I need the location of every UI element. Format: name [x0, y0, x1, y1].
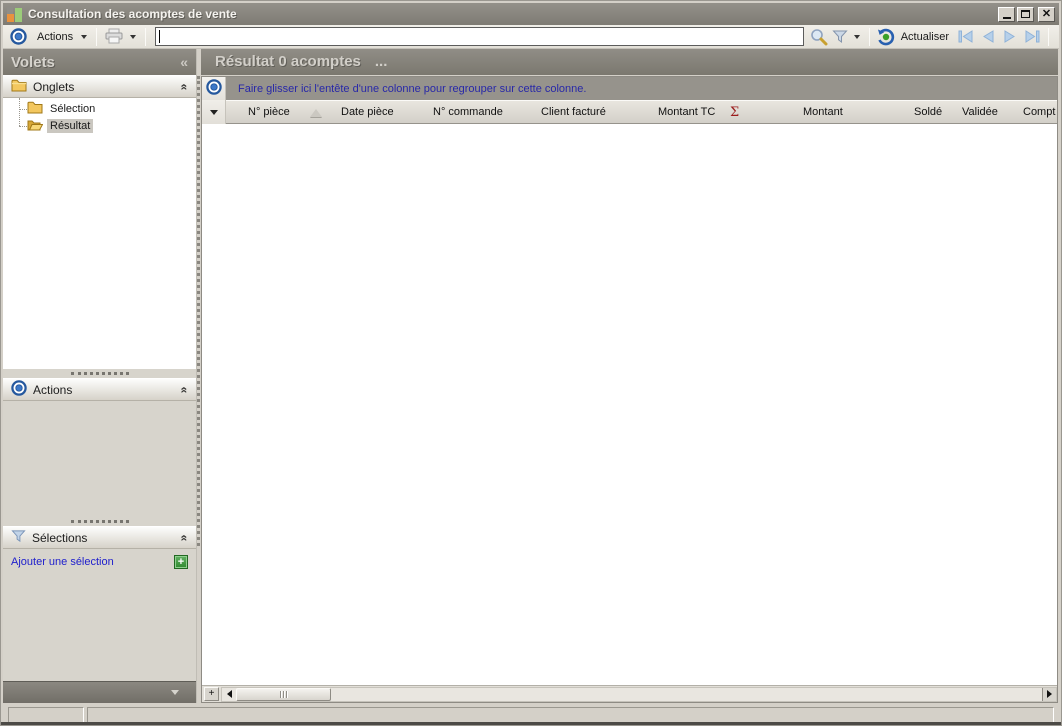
search-icon[interactable]	[810, 28, 828, 46]
filter-icon[interactable]	[832, 29, 848, 45]
folder-icon	[11, 79, 27, 95]
actions-dropdown-icon[interactable]	[81, 34, 88, 39]
status-cell-right	[87, 707, 1054, 723]
actions-target-icon	[10, 28, 27, 45]
tree-connector	[19, 109, 27, 110]
filter-icon	[11, 529, 26, 547]
splitter-handle[interactable]	[3, 369, 196, 378]
nav-previous-button[interactable]	[977, 27, 999, 47]
folder-icon	[27, 101, 43, 117]
grid-scroll-row: +	[202, 685, 1057, 702]
app-window: Consultation des acomptes de vente ✕ Act…	[0, 0, 1062, 726]
add-row-button[interactable]: +	[204, 687, 219, 701]
search-input[interactable]	[155, 27, 804, 46]
nav-last-button[interactable]	[1021, 27, 1043, 47]
minimize-button[interactable]	[998, 6, 1015, 22]
group-by-hint: Faire glisser ici l'entête d'une colonne…	[238, 82, 587, 95]
grid-body-empty	[202, 124, 1057, 685]
selections-section-label: Sélections	[32, 530, 88, 545]
onglets-tree: Sélection Résultat	[3, 98, 196, 369]
close-button[interactable]: ✕	[1038, 6, 1055, 22]
toolbar-separator	[145, 27, 147, 46]
result-title: Résultat 0 acomptes	[215, 53, 361, 70]
actions-section-header[interactable]: Actions «	[3, 378, 196, 401]
tree-connector	[19, 126, 27, 127]
scroll-right-button[interactable]	[1042, 687, 1056, 701]
scrollbar-thumb[interactable]	[236, 687, 331, 701]
tree-item-selection[interactable]: Sélection	[27, 100, 98, 117]
refresh-button[interactable]: Actualiser	[901, 31, 949, 43]
column-header-date-piece[interactable]: Date pièce	[341, 106, 394, 118]
toolbar-separator	[868, 27, 870, 46]
results-grid: Faire glisser ici l'entête d'une colonne…	[201, 76, 1058, 703]
column-header-commande[interactable]: N° commande	[433, 106, 503, 118]
horizontal-scrollbar[interactable]	[221, 686, 1057, 702]
column-header-client-facture[interactable]: Client facturé	[541, 106, 606, 118]
scroll-left-button[interactable]	[222, 688, 236, 701]
splitter-handle[interactable]	[3, 517, 196, 526]
chevron-down-icon	[209, 109, 218, 115]
actions-target-icon	[11, 380, 27, 399]
status-cell-left	[8, 707, 84, 723]
tree-connector	[19, 98, 20, 126]
actions-section-body	[3, 401, 196, 517]
sum-sigma-icon[interactable]: Σ	[730, 105, 739, 120]
sidebar-volets: Volets « Onglets « Sélection Résultat Ac…	[3, 49, 197, 703]
onglets-section-header[interactable]: Onglets «	[3, 75, 196, 98]
column-header-compta[interactable]: Compt	[1023, 106, 1055, 118]
column-headers: N° pièce Date pièce N° commande Client f…	[226, 100, 1057, 124]
selections-section-body: Ajouter une sélection +	[3, 549, 196, 681]
chevron-down-icon	[171, 690, 179, 695]
toolbar-separator	[1048, 27, 1049, 46]
grid-corner	[202, 77, 226, 100]
volets-header: Volets «	[3, 49, 196, 75]
sort-ascending-icon[interactable]	[310, 109, 322, 117]
actions-menu-button[interactable]: Actions	[37, 31, 73, 43]
app-icon	[7, 6, 22, 22]
sidebar-bottom-dropdown[interactable]	[3, 681, 196, 703]
collapse-actions-icon[interactable]: «	[178, 386, 192, 393]
nav-next-button[interactable]	[999, 27, 1021, 47]
column-header-montant[interactable]: Montant	[803, 106, 843, 118]
group-by-bar[interactable]: Faire glisser ici l'entête d'une colonne…	[226, 77, 1057, 100]
selections-section-header[interactable]: Sélections «	[3, 526, 196, 549]
title-bar[interactable]: Consultation des acomptes de vente ✕	[3, 3, 1059, 25]
result-header: Résultat 0 acomptes ...	[201, 49, 1058, 75]
actions-section-label: Actions	[33, 382, 73, 397]
main-panel: Résultat 0 acomptes ... Faire glisser ic…	[201, 49, 1058, 703]
column-header-piece[interactable]: N° pièce	[248, 106, 290, 118]
maximize-button[interactable]	[1017, 6, 1034, 22]
grid-target-icon	[205, 79, 222, 98]
tree-item-resultat[interactable]: Résultat	[27, 117, 94, 134]
nav-first-button[interactable]	[955, 27, 977, 47]
refresh-icon[interactable]	[877, 28, 895, 46]
column-header-montant-tc[interactable]: Montant TC	[658, 106, 715, 118]
tree-item-label: Résultat	[47, 118, 94, 133]
collapse-sidebar-button[interactable]: «	[180, 54, 188, 70]
row-selector-header[interactable]	[202, 100, 226, 124]
folder-open-icon	[27, 118, 44, 134]
print-dropdown-icon[interactable]	[130, 34, 137, 39]
collapse-selections-icon[interactable]: «	[178, 534, 192, 541]
window-title: Consultation des acomptes de vente	[28, 7, 237, 21]
column-header-validee[interactable]: Validée	[962, 106, 998, 118]
add-selection-button[interactable]: +	[174, 555, 188, 569]
onglets-section-label: Onglets	[33, 79, 75, 94]
column-header-solde[interactable]: Soldé	[914, 106, 942, 118]
volets-title: Volets	[11, 53, 55, 71]
toolbar: Actions Actualiser	[3, 25, 1059, 49]
text-caret	[159, 30, 161, 43]
collapse-onglets-icon[interactable]: «	[178, 83, 192, 90]
window-edge	[1, 722, 1061, 725]
add-selection-link[interactable]: Ajouter une sélection	[11, 556, 114, 568]
print-button[interactable]	[104, 28, 124, 45]
filter-dropdown-icon[interactable]	[853, 34, 860, 39]
result-title-suffix: ...	[374, 53, 388, 70]
tree-item-label: Sélection	[50, 102, 96, 115]
toolbar-separator	[96, 27, 98, 46]
